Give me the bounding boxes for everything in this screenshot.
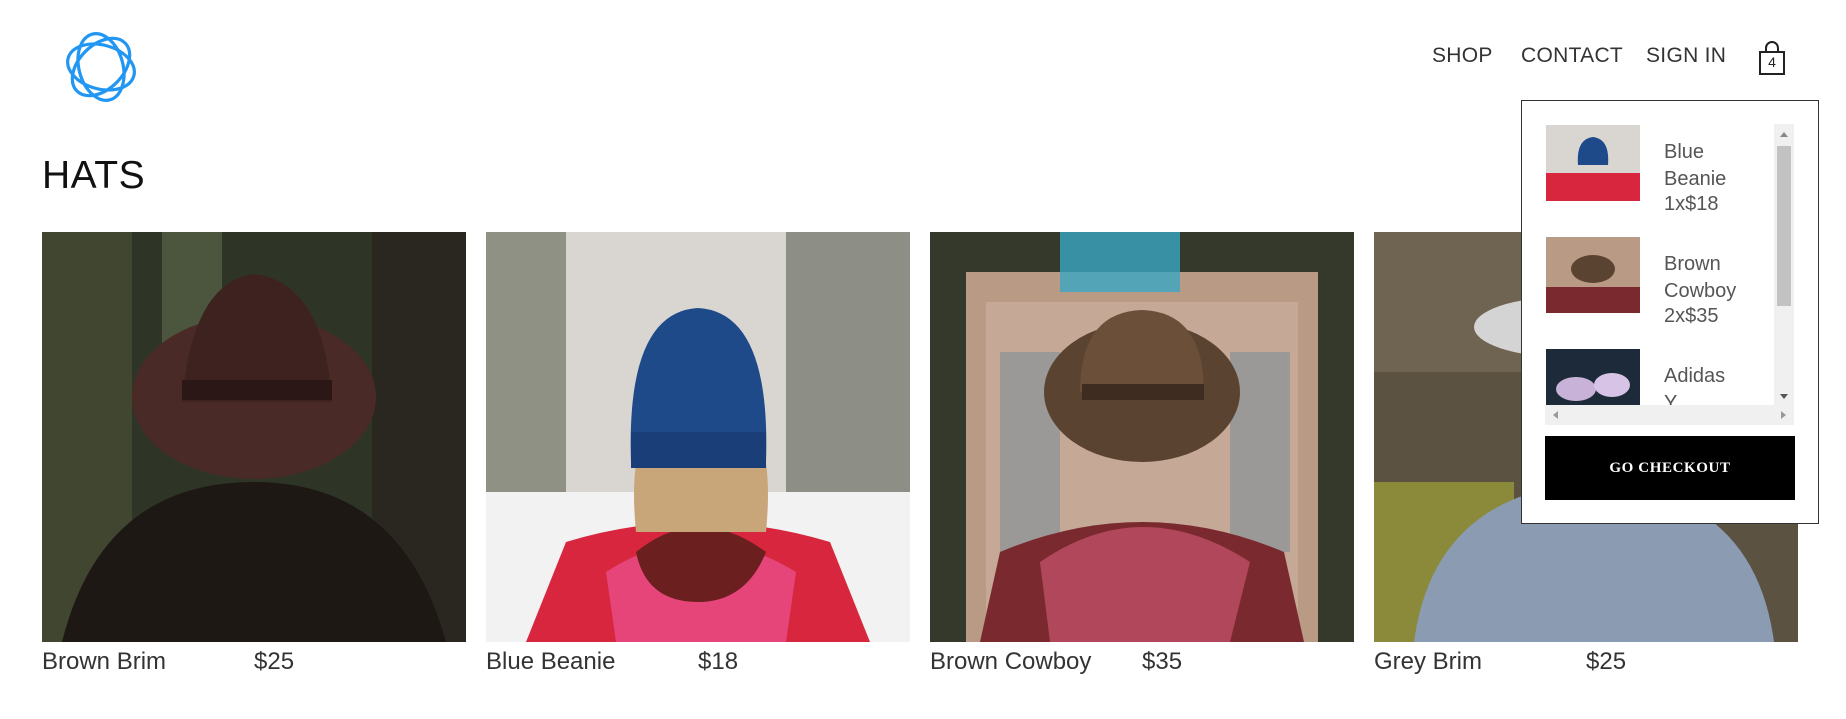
product-image-brown-cowboy[interactable]	[930, 232, 1354, 642]
cart-item: Blue Beanie 1x$18	[1546, 125, 1766, 225]
cart-vertical-scrollbar[interactable]	[1774, 124, 1794, 406]
cart-item-thumbnail	[1546, 125, 1640, 201]
product-image-blue-beanie[interactable]	[486, 232, 910, 642]
cart-item-name: Blue Beanie	[1664, 141, 1727, 190]
page-title: HATS	[42, 154, 146, 197]
product-price: $18	[698, 648, 739, 675]
scrollbar-thumb[interactable]	[1777, 146, 1791, 306]
product-name: Brown Brim	[42, 648, 167, 675]
product-price: $35	[1142, 648, 1183, 675]
cart-item: Brown Cowboy 2x$35	[1546, 237, 1766, 337]
cart-item-count: 4	[1768, 54, 1776, 70]
cart-items-list[interactable]: Blue Beanie 1x$18 Brown Cowboy 2x$35 Adi…	[1546, 125, 1796, 427]
product-name: Grey Brim	[1374, 648, 1482, 675]
product-name: Brown Cowboy	[930, 648, 1092, 675]
product-card[interactable]: Brown Cowboy $35	[930, 232, 1354, 688]
nav-contact-link[interactable]: CONTACT	[1521, 44, 1623, 68]
product-card[interactable]: Blue Beanie $18	[486, 232, 910, 688]
product-name: Blue Beanie	[486, 648, 616, 675]
cart-item-thumbnail	[1546, 237, 1640, 313]
crown-logo-icon[interactable]	[58, 24, 144, 110]
cart-item-name: Brown Cowboy	[1664, 253, 1737, 302]
product-price: $25	[1586, 648, 1627, 675]
cart-item-qty-price: 2x$35	[1664, 305, 1719, 327]
cart-horizontal-scrollbar[interactable]	[1545, 405, 1794, 425]
shopping-bag-icon[interactable]: 4	[1755, 40, 1789, 76]
product-card[interactable]: Brown Brim $25	[42, 232, 466, 688]
scroll-up-icon[interactable]	[1780, 132, 1788, 137]
scroll-right-icon[interactable]	[1781, 411, 1786, 419]
product-price: $25	[254, 648, 295, 675]
nav-shop-link[interactable]: SHOP	[1432, 44, 1493, 68]
scroll-down-icon[interactable]	[1780, 394, 1788, 399]
nav-sign-in-link[interactable]: SIGN IN	[1646, 44, 1726, 68]
product-image-brown-brim[interactable]	[42, 232, 466, 642]
scroll-left-icon[interactable]	[1553, 411, 1558, 419]
cart-item-qty-price: 1x$18	[1664, 193, 1719, 215]
go-checkout-button[interactable]: GO CHECKOUT	[1545, 436, 1795, 500]
